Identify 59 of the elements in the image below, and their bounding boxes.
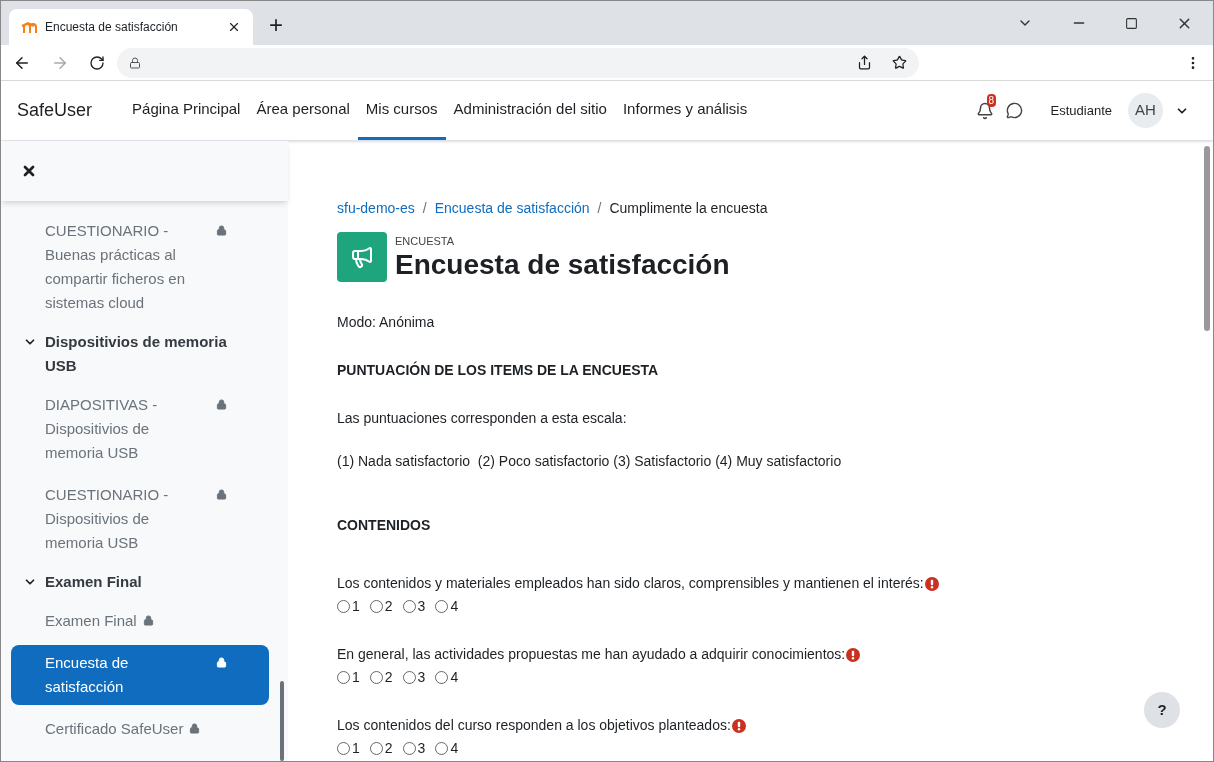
radio-option[interactable]: 3 — [402, 738, 426, 759]
question-text: Los contenidos del curso responden a los objetivos planteados: — [337, 716, 731, 735]
scale-text: (1) Nada satisfactorio (2) Poco satisfactorio (3) Satisfactorio (4) Muy satisfactorio — [337, 452, 843, 471]
breadcrumb-separator: / — [422, 199, 427, 218]
radio-option[interactable]: 2 — [369, 596, 393, 617]
tab-title: Encuesta de satisfacción — [45, 19, 179, 36]
section-item[interactable]: Examen Final — [11, 567, 269, 597]
nav-link[interactable]: Administración del sitio — [445, 81, 615, 140]
new-tab-button[interactable]: + — [269, 13, 283, 37]
site-brand[interactable]: SafeUser — [17, 97, 93, 124]
notification-badge: 8 — [986, 93, 997, 107]
graduation-cap-logo-icon — [21, 21, 37, 33]
radio-option[interactable]: 2 — [369, 667, 393, 688]
browser-tab[interactable]: Encuesta de satisfacción — [9, 9, 253, 45]
radio-option[interactable]: 1 — [337, 667, 360, 688]
scale-intro: Las puntuaciones corresponden a esta escala: — [337, 409, 628, 428]
section-heading: CONTENIDOS — [337, 516, 432, 535]
activity-item[interactable]: CUESTIONARIO - Dispositivios de memoria USB — [11, 477, 269, 561]
activity-type: ENCUESTA — [395, 233, 456, 249]
question-text: En general, las actividades propuestas me han ayudado a adquirir conocimientos: — [337, 645, 846, 664]
breadcrumb-link[interactable]: Encuesta de satisfacción — [434, 198, 590, 219]
chat-icon[interactable] — [1005, 102, 1023, 119]
radio-option[interactable]: 4 — [435, 667, 459, 688]
reload-icon[interactable] — [89, 54, 105, 71]
breadcrumb-current: Cumplimente la encuesta — [609, 199, 768, 218]
question-text: Los contenidos y materiales empleados han sido claros, comprensibles y mantienen el interés: — [337, 574, 924, 593]
breadcrumb-separator: / — [597, 199, 602, 218]
section-item[interactable]: Dispositivios de memoria USB — [11, 327, 269, 381]
nav-link[interactable]: Área personal — [248, 81, 358, 140]
maximize-icon[interactable] — [1125, 16, 1138, 30]
megaphone-icon — [350, 245, 374, 269]
nav-link[interactable]: Informes y análisis — [614, 81, 756, 140]
address-field[interactable] — [117, 47, 919, 78]
nav-link[interactable]: Página Principal — [124, 81, 249, 140]
radio-option[interactable]: 3 — [402, 667, 426, 688]
user-avatar[interactable]: AH — [1128, 93, 1163, 128]
radio-option[interactable]: 1 — [337, 596, 360, 617]
share-icon[interactable] — [857, 55, 872, 70]
activity-item[interactable]: Certificado SafeUser — [11, 711, 269, 747]
activity-item[interactable]: DIAPOSITIVAS - Dispositivios de memoria USB — [11, 387, 269, 471]
section-heading: PUNTUACIÓN DE LOS ITEMS DE LA ENCUESTA — [337, 360, 660, 380]
breadcrumb-link[interactable]: sfu-demo-es — [337, 198, 415, 219]
help-button[interactable]: ? — [1144, 692, 1180, 728]
bookmark-star-icon[interactable] — [892, 55, 907, 70]
close-drawer-icon[interactable] — [21, 163, 37, 179]
radio-option[interactable]: 3 — [402, 596, 426, 617]
lock-icon — [129, 56, 141, 69]
page-title: Encuesta de satisfacción — [395, 249, 730, 282]
close-icon[interactable] — [227, 20, 241, 34]
radio-option[interactable]: 1 — [337, 738, 360, 759]
activity-item[interactable]: Encuesta de satisfacción — [11, 645, 269, 705]
user-role: Estudiante — [1050, 101, 1112, 120]
activity-item[interactable]: Examen Final — [11, 603, 269, 639]
activity-item[interactable]: CUESTIONARIO - Buenas prácticas al compartir ficheros en sistemas cloud — [11, 213, 269, 321]
nav-link[interactable]: Mis cursos — [357, 81, 446, 140]
radio-option[interactable]: 2 — [369, 738, 393, 759]
radio-option[interactable]: 4 — [435, 596, 459, 617]
mode-text: Modo: Anónima — [337, 313, 436, 332]
radio-option[interactable]: 4 — [435, 738, 459, 759]
